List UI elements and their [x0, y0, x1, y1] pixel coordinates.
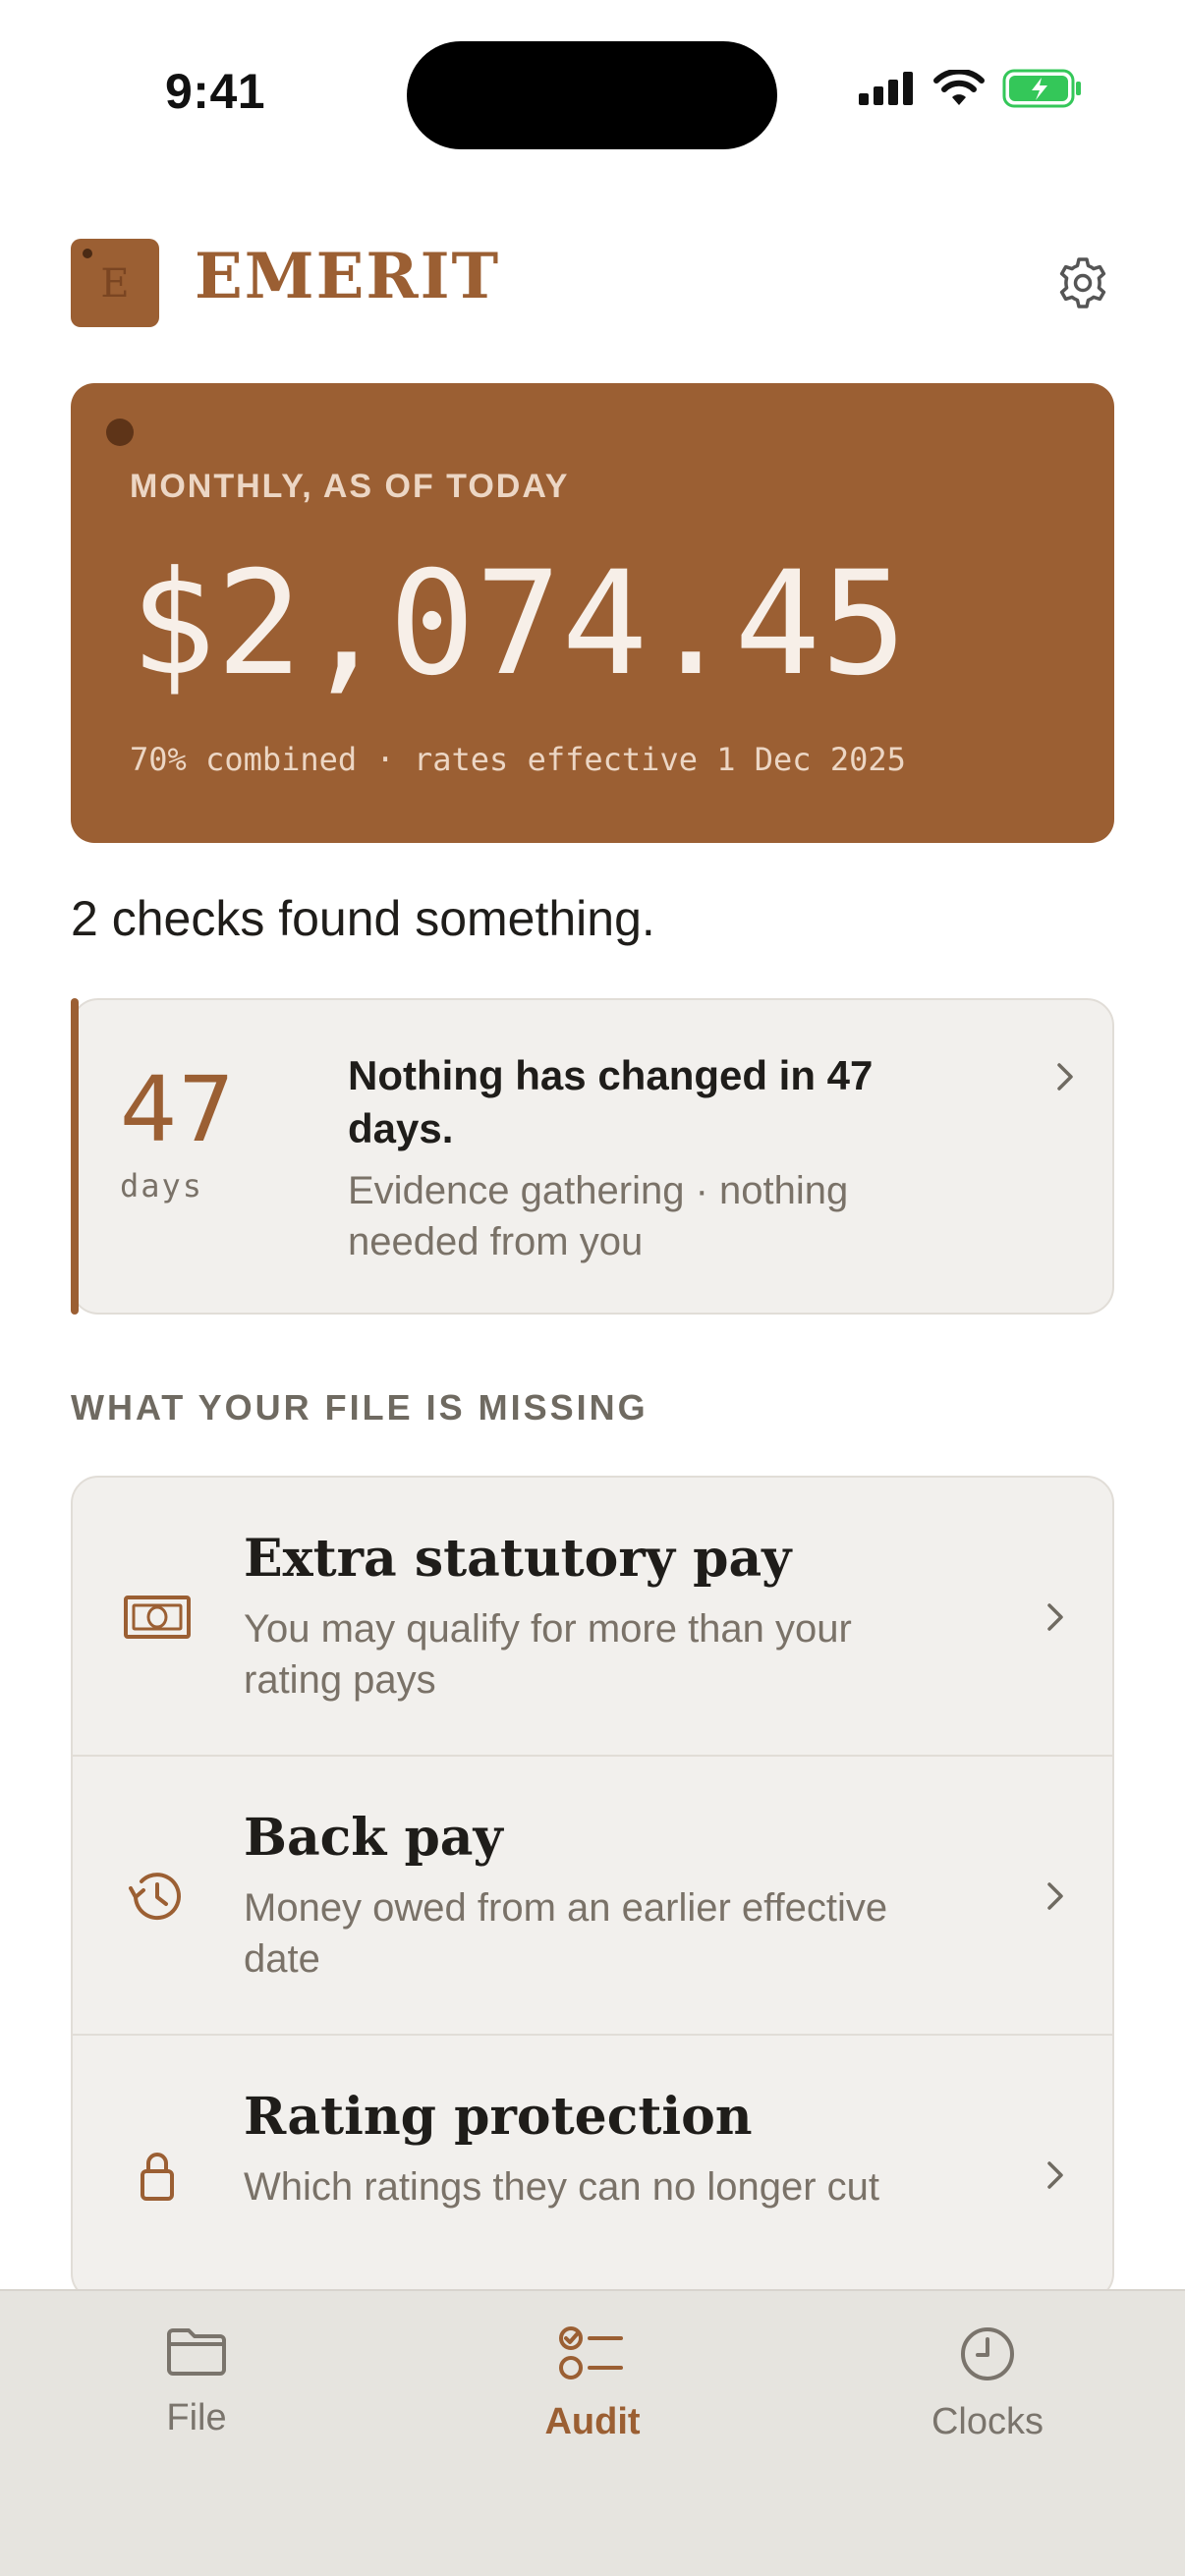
hero-label: MONTHLY, AS OF TODAY: [130, 468, 570, 505]
section-label-missing: WHAT YOUR FILE IS MISSING: [71, 1387, 649, 1428]
monthly-amount-card: MONTHLY, AS OF TODAY $2,074.45 70% combi…: [71, 383, 1114, 843]
lock-icon: [141, 2153, 174, 2201]
app-logo: E: [71, 239, 159, 327]
monthly-amount: $2,074.45: [130, 540, 908, 707]
item-description: Which ratings they can no longer cut: [244, 2165, 880, 2209]
chevron-right-icon: [1047, 1603, 1063, 1631]
tab-file[interactable]: File: [79, 2324, 314, 2439]
tab-clocks[interactable]: Clocks: [870, 2324, 1105, 2443]
status-icons: [859, 69, 1083, 108]
hero-subtitle: 70% combined · rates effective 1 Dec 202…: [130, 741, 906, 778]
tab-bar: File Audit Clocks: [0, 2289, 1185, 2576]
tab-audit[interactable]: Audit: [475, 2324, 710, 2443]
dynamic-island: [407, 41, 777, 149]
tab-label: Audit: [544, 2401, 641, 2442]
accent-bar: [71, 998, 79, 1315]
history-icon: [129, 1873, 181, 1921]
item-title: Rating protection: [244, 2087, 753, 2147]
chevron-right-icon: [1047, 2161, 1063, 2189]
chevron-right-icon: [1057, 1063, 1073, 1091]
battery-icon: [1002, 69, 1081, 108]
checks-summary: 2 checks found something.: [71, 891, 655, 946]
evidence-title: Nothing has changed in 47 days.: [348, 1052, 874, 1151]
signal-icon: [859, 72, 913, 105]
folder-icon: [167, 2328, 226, 2376]
missing-list: Extra statutory pay You may qualify for …: [71, 1476, 1114, 2301]
clock-icon: [961, 2327, 1014, 2380]
item-title: Back pay: [244, 1808, 503, 1868]
item-description: Money owed from an earlier effective dat…: [244, 1886, 888, 1981]
list-item-back-pay[interactable]: Back pay Money owed from an earlier effe…: [73, 1757, 1112, 2036]
item-title: Extra statutory pay: [244, 1529, 792, 1589]
hero-dot: [106, 419, 134, 446]
settings-gear-icon[interactable]: [1053, 253, 1112, 312]
evidence-card[interactable]: 47 days Nothing has changed in 47 days. …: [71, 998, 1114, 1315]
days-unit: days: [120, 1167, 204, 1204]
brand-name: EMERIT: [195, 240, 501, 313]
list-item-rating-protection[interactable]: Rating protection Which ratings they can…: [73, 2036, 1112, 2299]
evidence-description: Evidence gathering · nothing needed from…: [348, 1169, 849, 1263]
list-item-extra-statutory-pay[interactable]: Extra statutory pay You may qualify for …: [73, 1478, 1112, 1757]
status-time: 9:41: [165, 64, 266, 119]
chevron-right-icon: [1047, 1882, 1063, 1910]
checklist-icon: [559, 2326, 623, 2380]
tab-label: File: [166, 2397, 227, 2438]
days-count: 47: [120, 1057, 236, 1162]
tab-label: Clocks: [931, 2401, 1044, 2442]
wifi-icon: [933, 70, 985, 105]
logo-letter: E: [100, 261, 130, 307]
item-description: You may qualify for more than your ratin…: [244, 1607, 852, 1702]
money-icon: [124, 1596, 191, 1639]
